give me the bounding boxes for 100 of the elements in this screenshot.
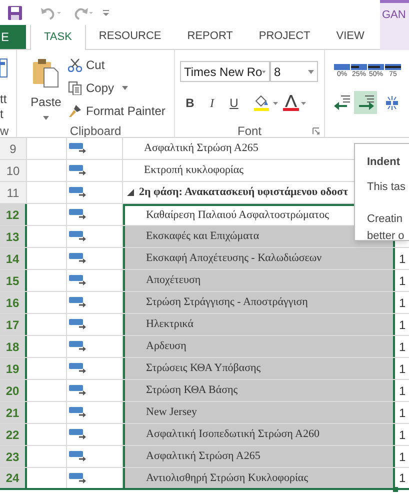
task-name: Ασφαλτική Στρώση Α265 [144, 141, 258, 156]
row-number[interactable]: 19 [0, 358, 27, 379]
task-mode-icon[interactable] [69, 363, 86, 374]
underline-button[interactable]: U [224, 93, 244, 113]
cut-button[interactable]: Cut [68, 54, 105, 75]
duration-cell-text: 1 [399, 470, 406, 487]
row-number[interactable]: 14 [0, 248, 27, 269]
row-number[interactable]: 10 [0, 160, 27, 181]
task-name: Ηλεκτρικά [146, 317, 194, 332]
duration-cell-text: 1 [399, 360, 406, 378]
task-name: Καθαίρεση Παλαιού Ασφαλτοστρώματος [146, 208, 329, 224]
collapse-icon[interactable] [127, 189, 134, 196]
duration-cell-text: 1 [399, 404, 406, 422]
duration-cell-text: 1 [399, 338, 406, 356]
row-number[interactable]: 17 [0, 314, 27, 335]
task-name: New Jersey [146, 405, 198, 420]
customize-icon[interactable] [102, 8, 110, 16]
scissors-icon[interactable] [68, 58, 82, 72]
row-number[interactable]: 21 [0, 402, 27, 423]
task-mode-icon[interactable] [69, 275, 86, 286]
ribbon-tab[interactable]: REPORT [174, 24, 246, 49]
font-size-field[interactable]: 8 [270, 61, 318, 82]
fill-handle[interactable] [393, 487, 398, 492]
bold-button[interactable]: B [180, 93, 200, 113]
row-number[interactable]: 22 [0, 424, 27, 445]
row-number[interactable]: 18 [0, 336, 27, 357]
group-label: Font [237, 123, 262, 137]
row-number[interactable]: 20 [0, 380, 27, 401]
ribbon-tab[interactable]: VIEW [323, 24, 378, 49]
task-name: Στρώσεις ΚΘΑ Υπόβασης [146, 361, 261, 376]
ribbon-tab[interactable]: PROJECT [246, 24, 324, 49]
indent-icon[interactable] [356, 94, 374, 110]
button-label[interactable]: t [0, 105, 4, 123]
progress-bar-icon[interactable] [368, 64, 384, 70]
caret-icon[interactable] [43, 116, 49, 120]
task-name: Στρώση ΚΘΑ Βάσης [146, 383, 238, 398]
task-name: Αντιολισθηρή Στρώση Κυκλοφορίας [146, 470, 308, 486]
row-number[interactable]: 15 [0, 270, 27, 291]
progress-bar-icon[interactable] [385, 64, 401, 70]
format-painter-button[interactable]: Format Painter [68, 100, 166, 121]
font-name-field[interactable]: Times New Ro [180, 61, 270, 82]
duration-cell-text: 1 [399, 448, 406, 466]
copy-icon[interactable] [68, 80, 82, 94]
italic-button[interactable]: I [202, 93, 222, 113]
task-mode-icon[interactable] [69, 341, 86, 352]
brush-icon[interactable] [68, 104, 82, 118]
task-mode-icon[interactable] [69, 143, 86, 154]
task-mode-icon[interactable] [69, 187, 86, 198]
duration-cell-text: 1 [399, 272, 406, 290]
duration-cell-text: 1 [399, 382, 406, 400]
clipboard-icon[interactable] [32, 58, 60, 88]
ribbon-tab[interactable]: E [0, 24, 26, 49]
ribbon-tab[interactable]: RESOURCE [86, 24, 174, 49]
duration-cell-text: 1 [399, 426, 406, 444]
task-mode-icon[interactable] [69, 385, 86, 396]
context-tab[interactable]: GAN [380, 0, 409, 50]
tooltip-text: better o [367, 228, 406, 240]
task-mode-icon[interactable] [69, 451, 86, 462]
copy-button[interactable]: Copy [68, 77, 128, 98]
duration-cell-text: 1 [399, 250, 406, 268]
indent-button[interactable] [354, 91, 377, 114]
task-mode-icon[interactable] [69, 253, 86, 264]
row-number[interactable]: 9 [0, 138, 27, 159]
task-name: Εκσκαφές και Επιχώματα [146, 229, 260, 244]
tooltip-text: This tas [367, 180, 407, 194]
duration-cell-text: 1 [399, 316, 406, 334]
row-number[interactable]: 13 [0, 226, 27, 247]
link-icon[interactable] [385, 96, 399, 110]
task-mode-icon[interactable] [69, 231, 86, 242]
paste-button[interactable]: Paste [25, 54, 67, 124]
task-mode-icon[interactable] [69, 297, 86, 308]
task-name: Ασφαλτική Στρώση Α265 [146, 449, 260, 464]
highlight-color-icon[interactable] [252, 94, 280, 112]
row-number[interactable]: 23 [0, 446, 27, 467]
font-color-icon[interactable] [282, 94, 308, 112]
caret-icon[interactable] [122, 86, 128, 90]
row-number[interactable]: 12 [0, 204, 27, 225]
ribbon-tab[interactable]: TASK [30, 24, 86, 50]
task-mode-icon[interactable] [69, 429, 86, 440]
dialog-launcher-icon[interactable] [312, 127, 320, 135]
task-name: 2η φάση: Ανακατασκευή υφιστάμενου οδοστ [139, 185, 348, 200]
outdent-icon[interactable] [333, 95, 351, 111]
row-number[interactable]: 11 [0, 182, 27, 203]
task-name: Εκτροπή κυκλοφορίας [144, 163, 244, 178]
save-icon[interactable] [7, 4, 23, 20]
row-number[interactable]: 24 [0, 468, 27, 488]
gantt-view-icon[interactable] [0, 58, 8, 78]
caret-icon[interactable] [262, 70, 266, 74]
caret-icon[interactable] [308, 70, 314, 74]
task-mode-icon[interactable] [69, 407, 86, 418]
group-label: w [0, 123, 9, 137]
task-mode-icon[interactable] [69, 165, 86, 176]
row-number[interactable]: 16 [0, 292, 27, 313]
task-mode-icon[interactable] [69, 472, 86, 484]
task-mode-icon[interactable] [69, 209, 86, 220]
progress-bar-icon[interactable] [351, 64, 367, 70]
task-name: Αποχέτευση [146, 273, 201, 288]
button-label[interactable]: tt [0, 90, 7, 108]
task-mode-icon[interactable] [69, 319, 86, 330]
tooltip-title: Indent [367, 155, 401, 170]
